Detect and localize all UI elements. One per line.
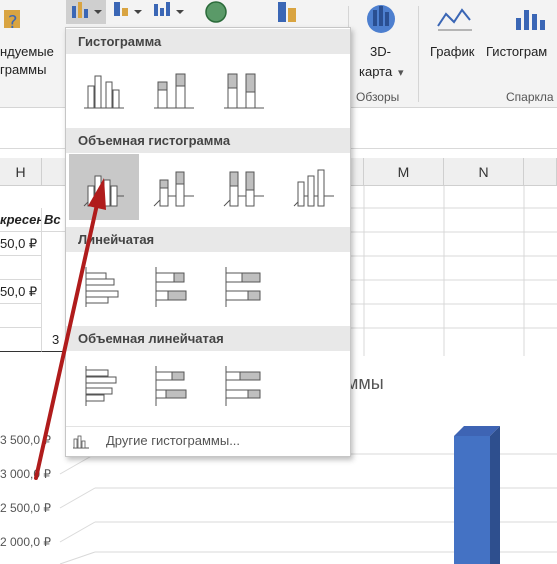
cell-text: 50,0 ₽ — [0, 236, 38, 251]
table-cell[interactable] — [0, 328, 42, 352]
3d-map-icon[interactable] — [363, 2, 399, 36]
3d-clustered-bar-option[interactable] — [69, 352, 139, 418]
3d-map-label-2[interactable]: карта — [359, 64, 392, 79]
3d-clustered-column-option[interactable] — [69, 154, 139, 220]
3d-stacked-column-option[interactable] — [139, 154, 209, 220]
pivot-chart-icon[interactable] — [272, 0, 306, 24]
recommended-charts-label-1[interactable]: ндуемые — [0, 44, 54, 59]
grid-lines — [349, 186, 557, 356]
section-header-column: Гистограмма — [66, 29, 350, 54]
section-header-3d-bar: Объемная линейчатая — [66, 326, 350, 351]
table-cell[interactable] — [0, 304, 42, 328]
line-sparkline-icon[interactable] — [436, 4, 476, 34]
column-chart-dropdown-button[interactable] — [66, 0, 106, 24]
column-sparkline-label[interactable]: Гистограм — [486, 44, 547, 59]
cell-i-header[interactable]: Вс — [42, 208, 66, 232]
sparklines-group-label: Спаркла — [506, 90, 554, 104]
stacked-column-icon — [154, 73, 194, 109]
100-stacked-bar-icon — [225, 267, 261, 307]
3d-stacked-column-icon — [153, 171, 194, 207]
3d-clustered-bar-icon — [85, 366, 117, 406]
ribbon-separator — [418, 6, 419, 102]
3d-stacked-bar-icon — [155, 366, 187, 406]
3d-column-icon — [293, 169, 334, 207]
3d-column-option[interactable] — [279, 154, 349, 220]
hierarchy-chart-icon[interactable] — [110, 0, 144, 22]
table-cell[interactable] — [0, 256, 42, 280]
clustered-column-icon — [84, 75, 124, 109]
3d-100-stacked-column-option[interactable] — [209, 154, 279, 220]
stacked-column-option[interactable] — [139, 56, 209, 122]
stacked-bar-option[interactable] — [139, 253, 209, 319]
tours-group-label: Обзоры — [356, 90, 400, 104]
more-column-charts-item[interactable]: Другие гистограммы... — [66, 426, 350, 455]
column-header-blank[interactable] — [524, 158, 557, 186]
data-bar-3d[interactable] — [454, 426, 500, 564]
column-header-h[interactable]: H — [0, 158, 42, 186]
more-column-charts-label: Другие гистограммы... — [106, 433, 241, 448]
clustered-column-option[interactable] — [69, 56, 139, 122]
3d-stacked-bar-option[interactable] — [139, 352, 209, 418]
cell-h-header[interactable]: кресен — [0, 208, 42, 232]
column-chart-dropdown-menu: Гистограмма Объемная гистограмма Линейча… — [65, 27, 351, 457]
recommended-charts-label-2[interactable]: граммы — [0, 62, 46, 77]
recommended-charts-icon[interactable]: ? — [2, 4, 26, 34]
clustered-bar-option[interactable] — [69, 253, 139, 319]
cell-text: Вс — [44, 212, 61, 227]
3d-map-label-1[interactable]: 3D- — [370, 44, 391, 59]
cell-text: 3 — [52, 332, 60, 347]
statistic-chart-icon[interactable] — [150, 0, 186, 22]
cell-text: 50,0 ₽ — [0, 284, 38, 299]
100-stacked-column-option[interactable] — [209, 56, 279, 122]
cell-text: кресен — [0, 212, 42, 227]
chevron-down-icon[interactable]: ▾ — [398, 66, 404, 79]
svg-text:?: ? — [8, 12, 18, 33]
line-sparkline-label[interactable]: График — [430, 44, 474, 59]
column-sparkline-icon[interactable] — [510, 4, 550, 34]
3d-100-stacked-bar-option[interactable] — [209, 352, 279, 418]
section-header-bar: Линейчатая — [66, 227, 350, 252]
column-header-m[interactable]: M — [364, 158, 444, 186]
stacked-bar-icon — [155, 267, 187, 307]
table-cell[interactable]: 50,0 ₽ — [0, 232, 42, 256]
3d-100-stacked-bar-icon — [225, 366, 261, 406]
clustered-bar-icon — [85, 267, 119, 307]
small-column-chart-icon — [73, 435, 89, 449]
100-stacked-bar-option[interactable] — [209, 253, 279, 319]
3d-100-stacked-column-icon — [223, 171, 264, 207]
column-header-n[interactable]: N — [444, 158, 524, 186]
3d-clustered-column-icon — [83, 175, 124, 207]
table-cell[interactable]: 50,0 ₽ — [0, 280, 42, 304]
maps-chart-icon[interactable] — [202, 0, 230, 24]
table-cell[interactable]: 3 — [42, 328, 66, 352]
100-stacked-column-icon — [224, 73, 264, 109]
section-header-3d-column: Объемная гистограмма — [66, 128, 350, 153]
